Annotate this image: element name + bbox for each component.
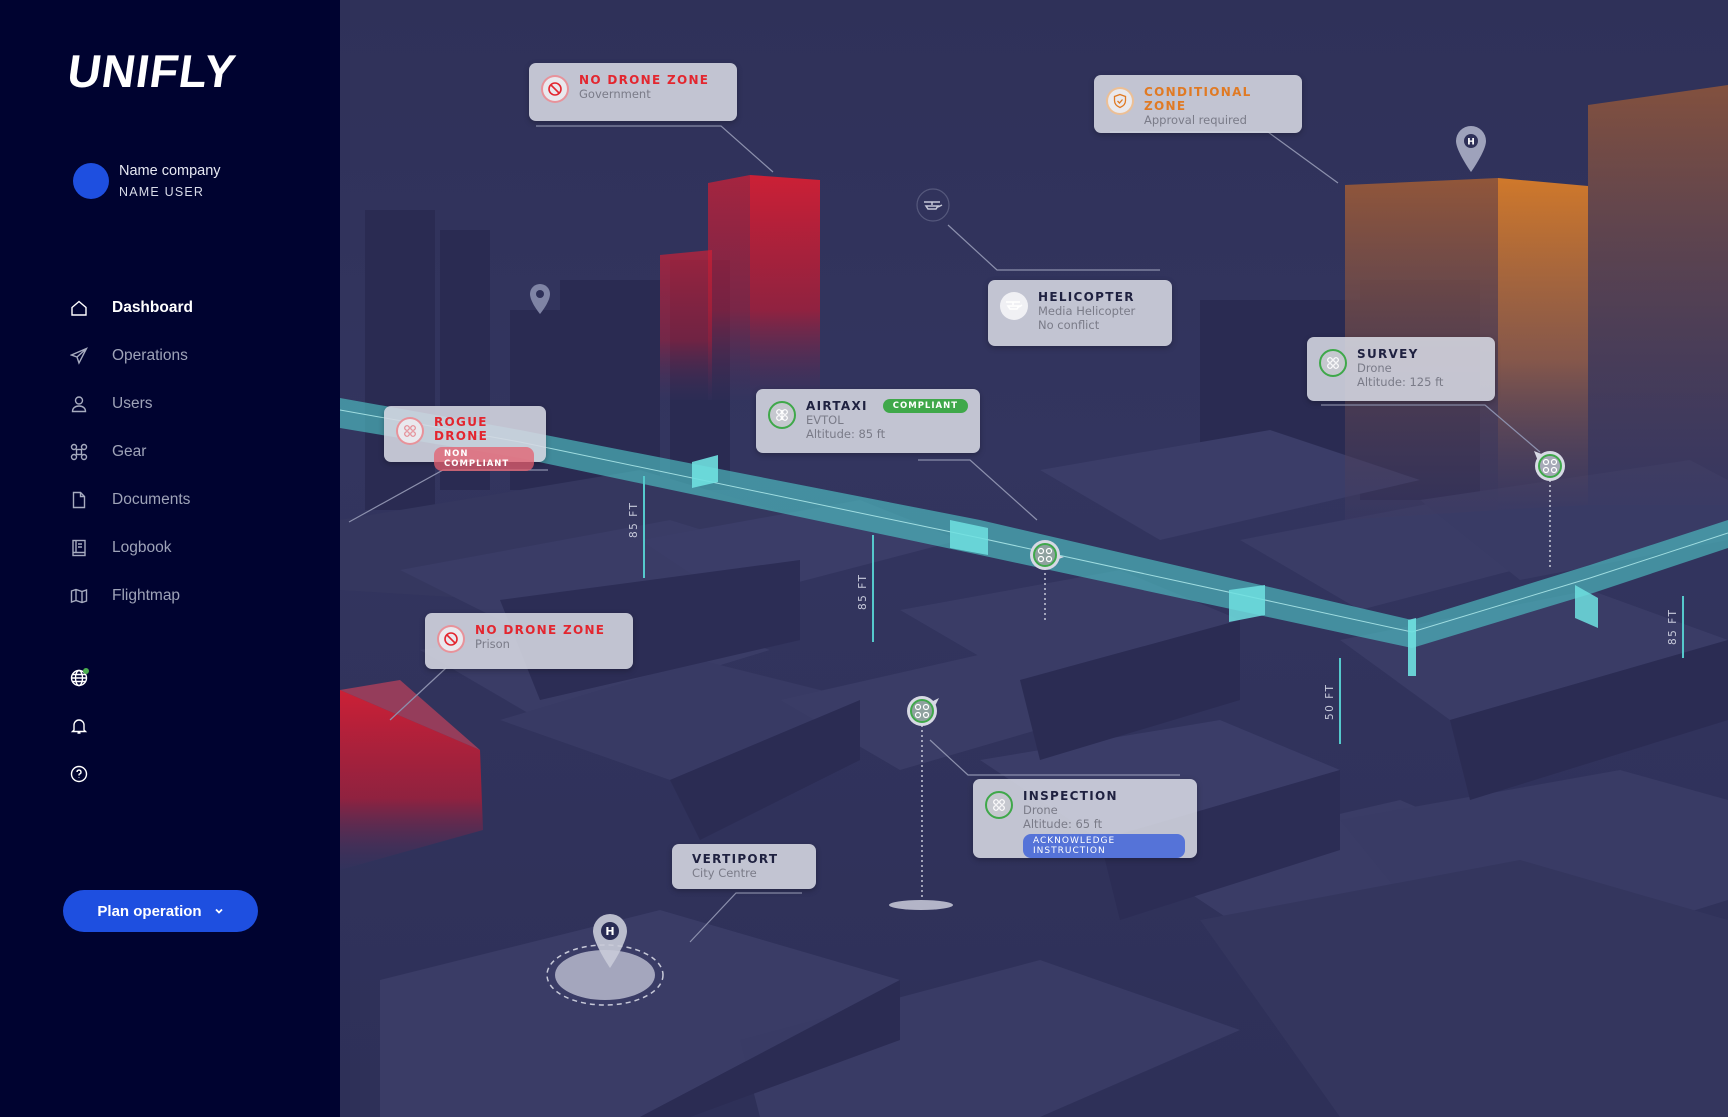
plan-operation-button[interactable]: Plan operation [63, 890, 258, 932]
card-title: SURVEY [1357, 347, 1419, 361]
altitude-label: 85 FT [628, 501, 640, 538]
chevron-down-icon [214, 908, 223, 914]
card-conditional-zone[interactable]: CONDITIONAL ZONE Approval required [1094, 75, 1302, 133]
card-vertiport[interactable]: VERTIPORT City Centre [672, 844, 816, 889]
card-status: No conflict [1038, 318, 1100, 332]
helicopter-icon [1000, 292, 1028, 320]
sidebar-item-dashboard[interactable]: Dashboard [70, 284, 320, 332]
compliant-badge: COMPLIANT [882, 399, 968, 413]
altitude-label: 85 FT [1667, 608, 1679, 645]
user-name: NAME USER [119, 185, 205, 199]
sidebar-item-documents[interactable]: Documents [70, 476, 320, 524]
card-helicopter[interactable]: HELICOPTER Media Helicopter No conflict [988, 280, 1172, 346]
sidebar-item-gear[interactable]: Gear [70, 428, 320, 476]
document-icon [72, 491, 86, 509]
sidebar-item-operations[interactable]: Operations [70, 332, 320, 380]
airtaxi-drone-marker-icon[interactable] [1028, 538, 1066, 576]
card-title: CONDITIONAL ZONE [1144, 85, 1252, 113]
unifly-logo[interactable]: UNIFLY [64, 45, 239, 97]
drone-icon [1319, 349, 1347, 377]
svg-text:H: H [1467, 138, 1475, 148]
sidebar: UNIFLY Name company NAME USER Dashboard … [0, 0, 340, 1117]
no-drone-zone-volume-government [660, 175, 820, 400]
altitude-label: 85 FT [857, 573, 869, 610]
card-title: NO DRONE ZONE [475, 623, 606, 637]
card-altitude: Altitude: 65 ft [1023, 817, 1103, 831]
sidebar-item-label: Gear [112, 443, 147, 460]
helipad-pin-icon[interactable]: H [1454, 124, 1488, 178]
card-title: INSPECTION [1023, 789, 1118, 803]
logbook-icon [72, 539, 86, 557]
user-icon [71, 396, 87, 413]
sidebar-item-label: Dashboard [112, 299, 193, 316]
main-nav: Dashboard Operations Users Gear Document… [70, 284, 320, 620]
vertiport-pin-icon[interactable]: H [590, 912, 630, 976]
help-button[interactable] [70, 765, 90, 785]
card-subtitle: Approval required [1144, 113, 1247, 127]
evtol-icon [768, 401, 796, 429]
sidebar-item-logbook[interactable]: Logbook [70, 524, 320, 572]
card-no-drone-zone-government[interactable]: NO DRONE ZONE Government [529, 63, 737, 121]
card-survey[interactable]: SURVEY Drone Altitude: 125 ft [1307, 337, 1495, 401]
card-airtaxi[interactable]: AIRTAXI COMPLIANT EVTOL Altitude: 85 ft [756, 389, 980, 453]
paper-plane-icon [70, 347, 88, 365]
avatar [73, 163, 109, 199]
sidebar-item-label: Logbook [112, 539, 172, 556]
inspection-drone-marker-icon[interactable] [905, 694, 943, 732]
plan-operation-label: Plan operation [97, 902, 202, 920]
card-subtitle: EVTOL [806, 413, 844, 427]
sidebar-item-label: Flightmap [112, 587, 181, 604]
card-subtitle: Government [579, 87, 651, 101]
prohibited-icon [437, 625, 465, 653]
card-altitude: Altitude: 125 ft [1357, 375, 1444, 389]
card-subtitle: Media Helicopter [1038, 304, 1136, 318]
company-name: Name company [119, 163, 221, 179]
survey-drone-marker-icon[interactable] [1530, 447, 1568, 489]
card-subtitle: Drone [1023, 803, 1058, 817]
card-subtitle: Drone [1357, 361, 1392, 375]
card-title: NO DRONE ZONE [579, 73, 710, 87]
card-subtitle: Prison [475, 637, 510, 651]
prohibited-icon [541, 75, 569, 103]
svg-text:H: H [605, 925, 614, 938]
no-drone-zone-volume-prison [340, 680, 483, 870]
sidebar-item-label: Operations [112, 347, 188, 364]
sidebar-item-users[interactable]: Users [70, 380, 320, 428]
drone-icon [985, 791, 1013, 819]
card-title: ROGUE DRONE [434, 415, 489, 443]
home-icon [71, 300, 87, 316]
shield-check-icon [1106, 87, 1134, 115]
card-rogue-drone[interactable]: ROGUE DRONE NON COMPLIANT [384, 406, 546, 471]
language-button[interactable] [70, 668, 90, 689]
drone-icon [70, 443, 88, 461]
acknowledge-instruction-button[interactable]: ACKNOWLEDGE INSTRUCTION [1023, 834, 1185, 858]
help-icon [70, 765, 88, 783]
card-altitude: Altitude: 85 ft [806, 427, 886, 441]
card-title: VERTIPORT [692, 852, 779, 866]
bell-icon [70, 719, 88, 734]
map-icon [70, 588, 88, 604]
user-profile[interactable]: Name company NAME USER [73, 163, 221, 199]
non-compliant-badge: NON COMPLIANT [434, 447, 534, 471]
altitude-label: 50 FT [1324, 683, 1336, 720]
drone-icon [396, 417, 424, 445]
card-title: HELICOPTER [1038, 290, 1135, 304]
helicopter-marker-icon[interactable] [915, 187, 951, 227]
location-pin-icon[interactable] [528, 282, 552, 320]
sidebar-item-flightmap[interactable]: Flightmap [70, 572, 320, 620]
card-subtitle: City Centre [692, 866, 757, 880]
card-no-drone-zone-prison[interactable]: NO DRONE ZONE Prison [425, 613, 633, 669]
notifications-button[interactable] [70, 717, 90, 737]
sidebar-item-label: Documents [112, 491, 191, 508]
3d-flight-map[interactable]: H H 85 FT 85 FT 50 FT 85 FT NO DRONE ZON… [340, 0, 1728, 1117]
sidebar-item-label: Users [112, 395, 153, 412]
card-inspection[interactable]: INSPECTION Drone Altitude: 65 ft ACKNOWL… [973, 779, 1197, 858]
card-title: AIRTAXI [806, 399, 868, 413]
status-dot [83, 668, 89, 674]
